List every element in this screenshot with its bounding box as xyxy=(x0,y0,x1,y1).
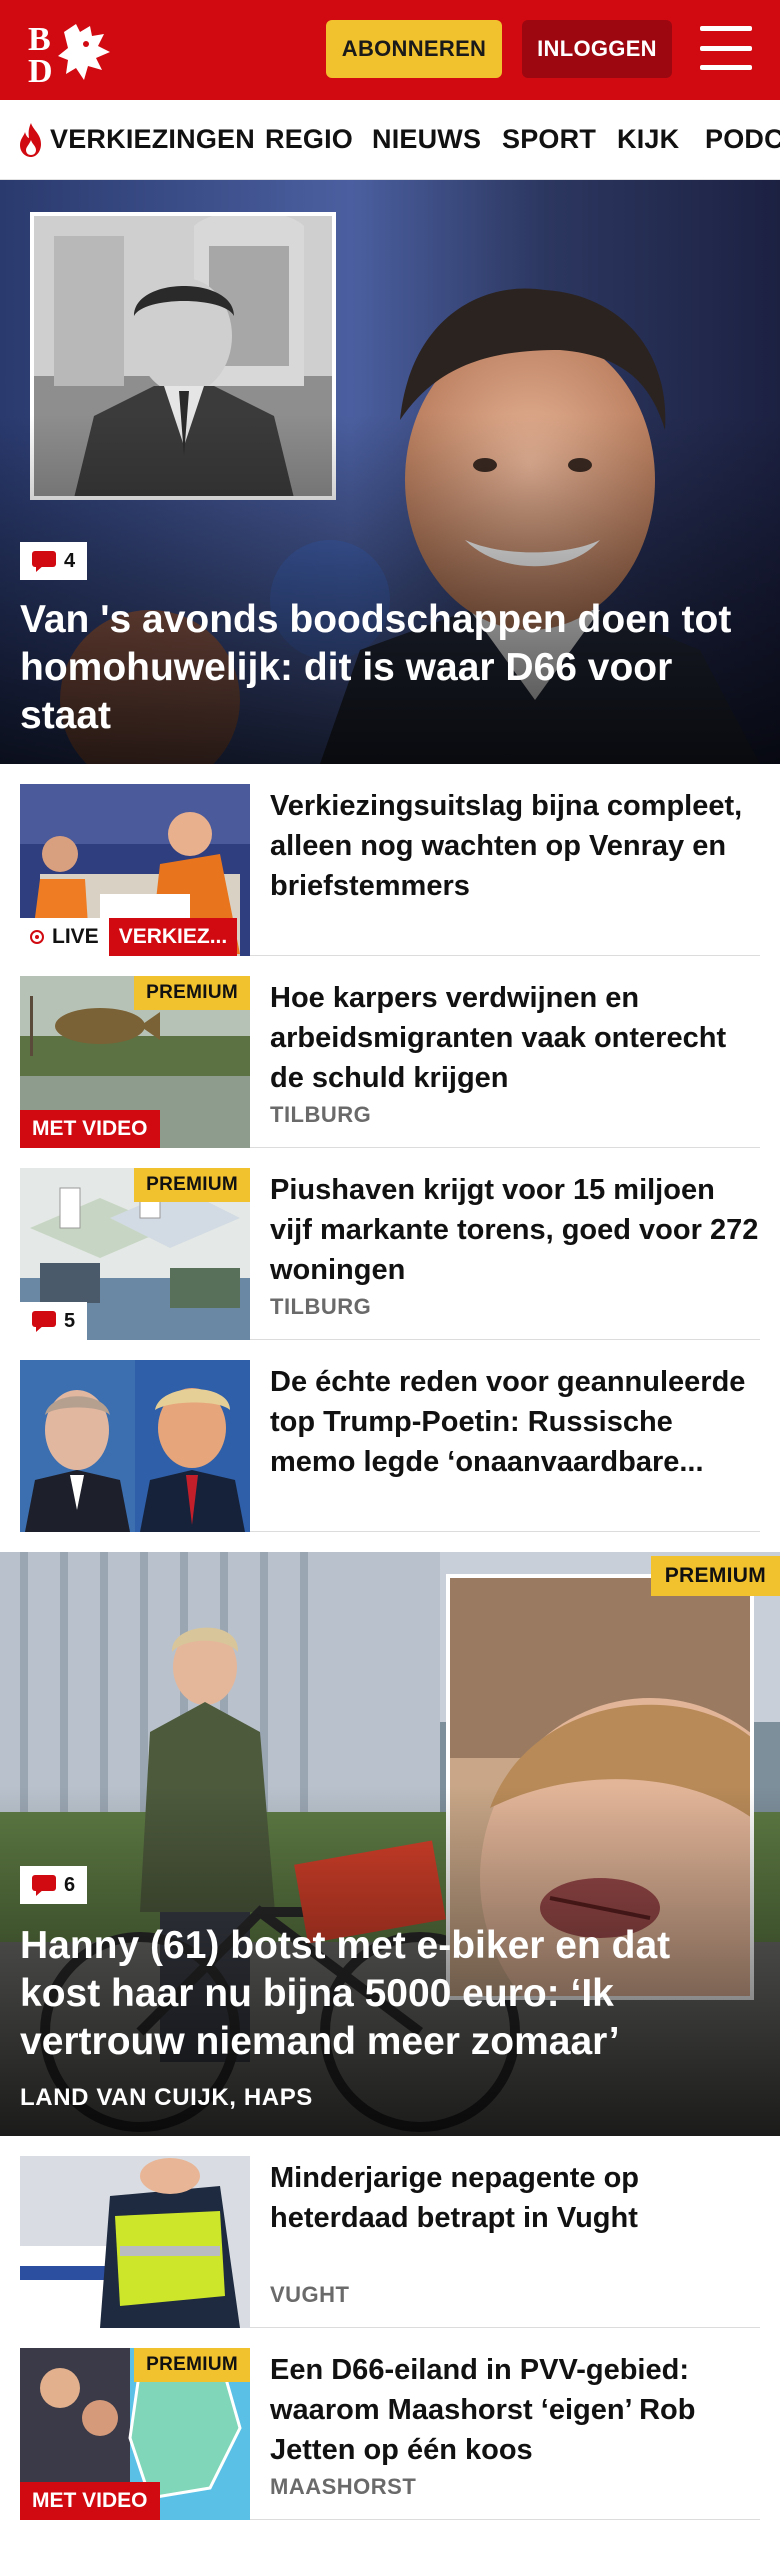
premium-badge: PREMIUM xyxy=(134,2348,250,2382)
video-badge: MET VIDEO xyxy=(20,1110,160,1148)
comment-count-badge[interactable]: 5 xyxy=(20,1302,88,1340)
live-indicator-icon xyxy=(30,930,44,944)
article-title[interactable]: Verkiezingsuitslag bijna compleet, allee… xyxy=(270,786,760,906)
subscribe-button[interactable]: ABONNEREN xyxy=(326,20,502,78)
thumbnail-carp: PREMIUM MET VIDEO xyxy=(20,976,250,1148)
list-item[interactable]: De échte reden voor geannuleer­de top Tr… xyxy=(20,1360,760,1532)
article-location: VUGHT xyxy=(270,2282,350,2307)
thumbnail-putin-trump xyxy=(20,1360,250,1532)
article-location: TILBURG xyxy=(270,1294,372,1319)
flame-icon xyxy=(20,123,41,157)
top-header: B D ABONNEREN INLOGGEN xyxy=(0,0,780,100)
thumbnail-police xyxy=(20,2156,250,2328)
article-title[interactable]: Minderjarige nepagente op heterdaad betr… xyxy=(270,2158,760,2238)
live-label: LIVE xyxy=(52,925,99,948)
premium-badge: PREMIUM xyxy=(134,1168,250,1202)
list-item[interactable]: PREMIUM 5 Piushaven krijgt voor 15 miljo… xyxy=(20,1168,760,1340)
bd-logo-mark: B D xyxy=(28,21,110,90)
hero-title[interactable]: Hanny (61) botst met e-biker en dat kost… xyxy=(20,1922,760,2066)
nav-podcasts[interactable]: PODC xyxy=(705,124,780,155)
list-item[interactable]: PREMIUM MET VIDEO Hoe karpers verdwijnen… xyxy=(20,976,760,1148)
hero-location: LAND VAN CUIJK, HAPS xyxy=(20,2084,313,2111)
article-title[interactable]: Hoe karpers verdwijnen en arbeidsmigrant… xyxy=(270,978,760,1098)
comment-icon xyxy=(32,551,56,572)
article-title[interactable]: Een D66-eiland in PVV-gebied: waarom Maa… xyxy=(270,2350,760,2470)
svg-text:D: D xyxy=(28,53,53,86)
article-location: TILBURG xyxy=(270,1102,372,1127)
thumbnail-maashorst-map: PREMIUM MET VIDEO xyxy=(20,2348,250,2520)
comment-count: 6 xyxy=(64,1873,76,1896)
comment-count-badge[interactable]: 4 xyxy=(20,542,88,580)
premium-badge: PREMIUM xyxy=(650,1556,780,1596)
list-item[interactable]: PREMIUM MET VIDEO Een D66-eiland in PVV-… xyxy=(20,2348,760,2520)
premium-badge: PREMIUM xyxy=(134,976,250,1010)
thumbnail-vote-count: LIVE VERKIEZ... xyxy=(20,784,250,956)
video-badge: MET VIDEO xyxy=(20,2482,160,2520)
article-title[interactable]: Piushaven krijgt voor 15 miljoen vijf ma… xyxy=(270,1170,760,1290)
comment-count: 5 xyxy=(64,1309,76,1332)
category-label: VERKIEZ... xyxy=(108,918,238,956)
bd-logo[interactable]: B D xyxy=(24,18,120,90)
thumbnail-towers-render: PREMIUM 5 xyxy=(20,1168,250,1340)
hero-title[interactable]: Van 's avonds boodschappen doen tot homo… xyxy=(20,596,760,740)
nav-regio[interactable]: REGIO xyxy=(265,124,353,155)
hero-article-d66[interactable]: 4 Van 's avonds boodschappen doen tot ho… xyxy=(0,180,780,764)
list-item[interactable]: Minderjarige nepagente op heterdaad betr… xyxy=(20,2156,760,2328)
comment-icon xyxy=(32,1875,56,1896)
comment-icon xyxy=(32,1311,56,1332)
hero-article-ebike[interactable]: PREMIUM 6 Hanny (61) botst met e-biker e… xyxy=(0,1552,780,2136)
nav-nieuws[interactable]: NIEUWS xyxy=(372,124,481,155)
section-nav: VERKIEZINGEN REGIO NIEUWS SPORT KIJK POD… xyxy=(0,100,780,180)
live-badge: LIVE VERKIEZ... xyxy=(20,918,238,956)
nav-sport[interactable]: SPORT xyxy=(502,124,596,155)
menu-icon[interactable] xyxy=(700,26,752,70)
nav-verkiezingen[interactable]: VERKIEZINGEN xyxy=(50,124,255,155)
article-location: MAASHORST xyxy=(270,2474,417,2499)
nav-kijk[interactable]: KIJK xyxy=(617,124,679,155)
list-item[interactable]: LIVE VERKIEZ... Verkiezingsuitslag bijna… xyxy=(20,784,760,956)
comment-count-badge[interactable]: 6 xyxy=(20,1866,88,1904)
comment-count: 4 xyxy=(64,549,76,572)
login-button[interactable]: INLOGGEN xyxy=(522,20,672,78)
article-title[interactable]: De échte reden voor geannuleer­de top Tr… xyxy=(270,1362,760,1482)
